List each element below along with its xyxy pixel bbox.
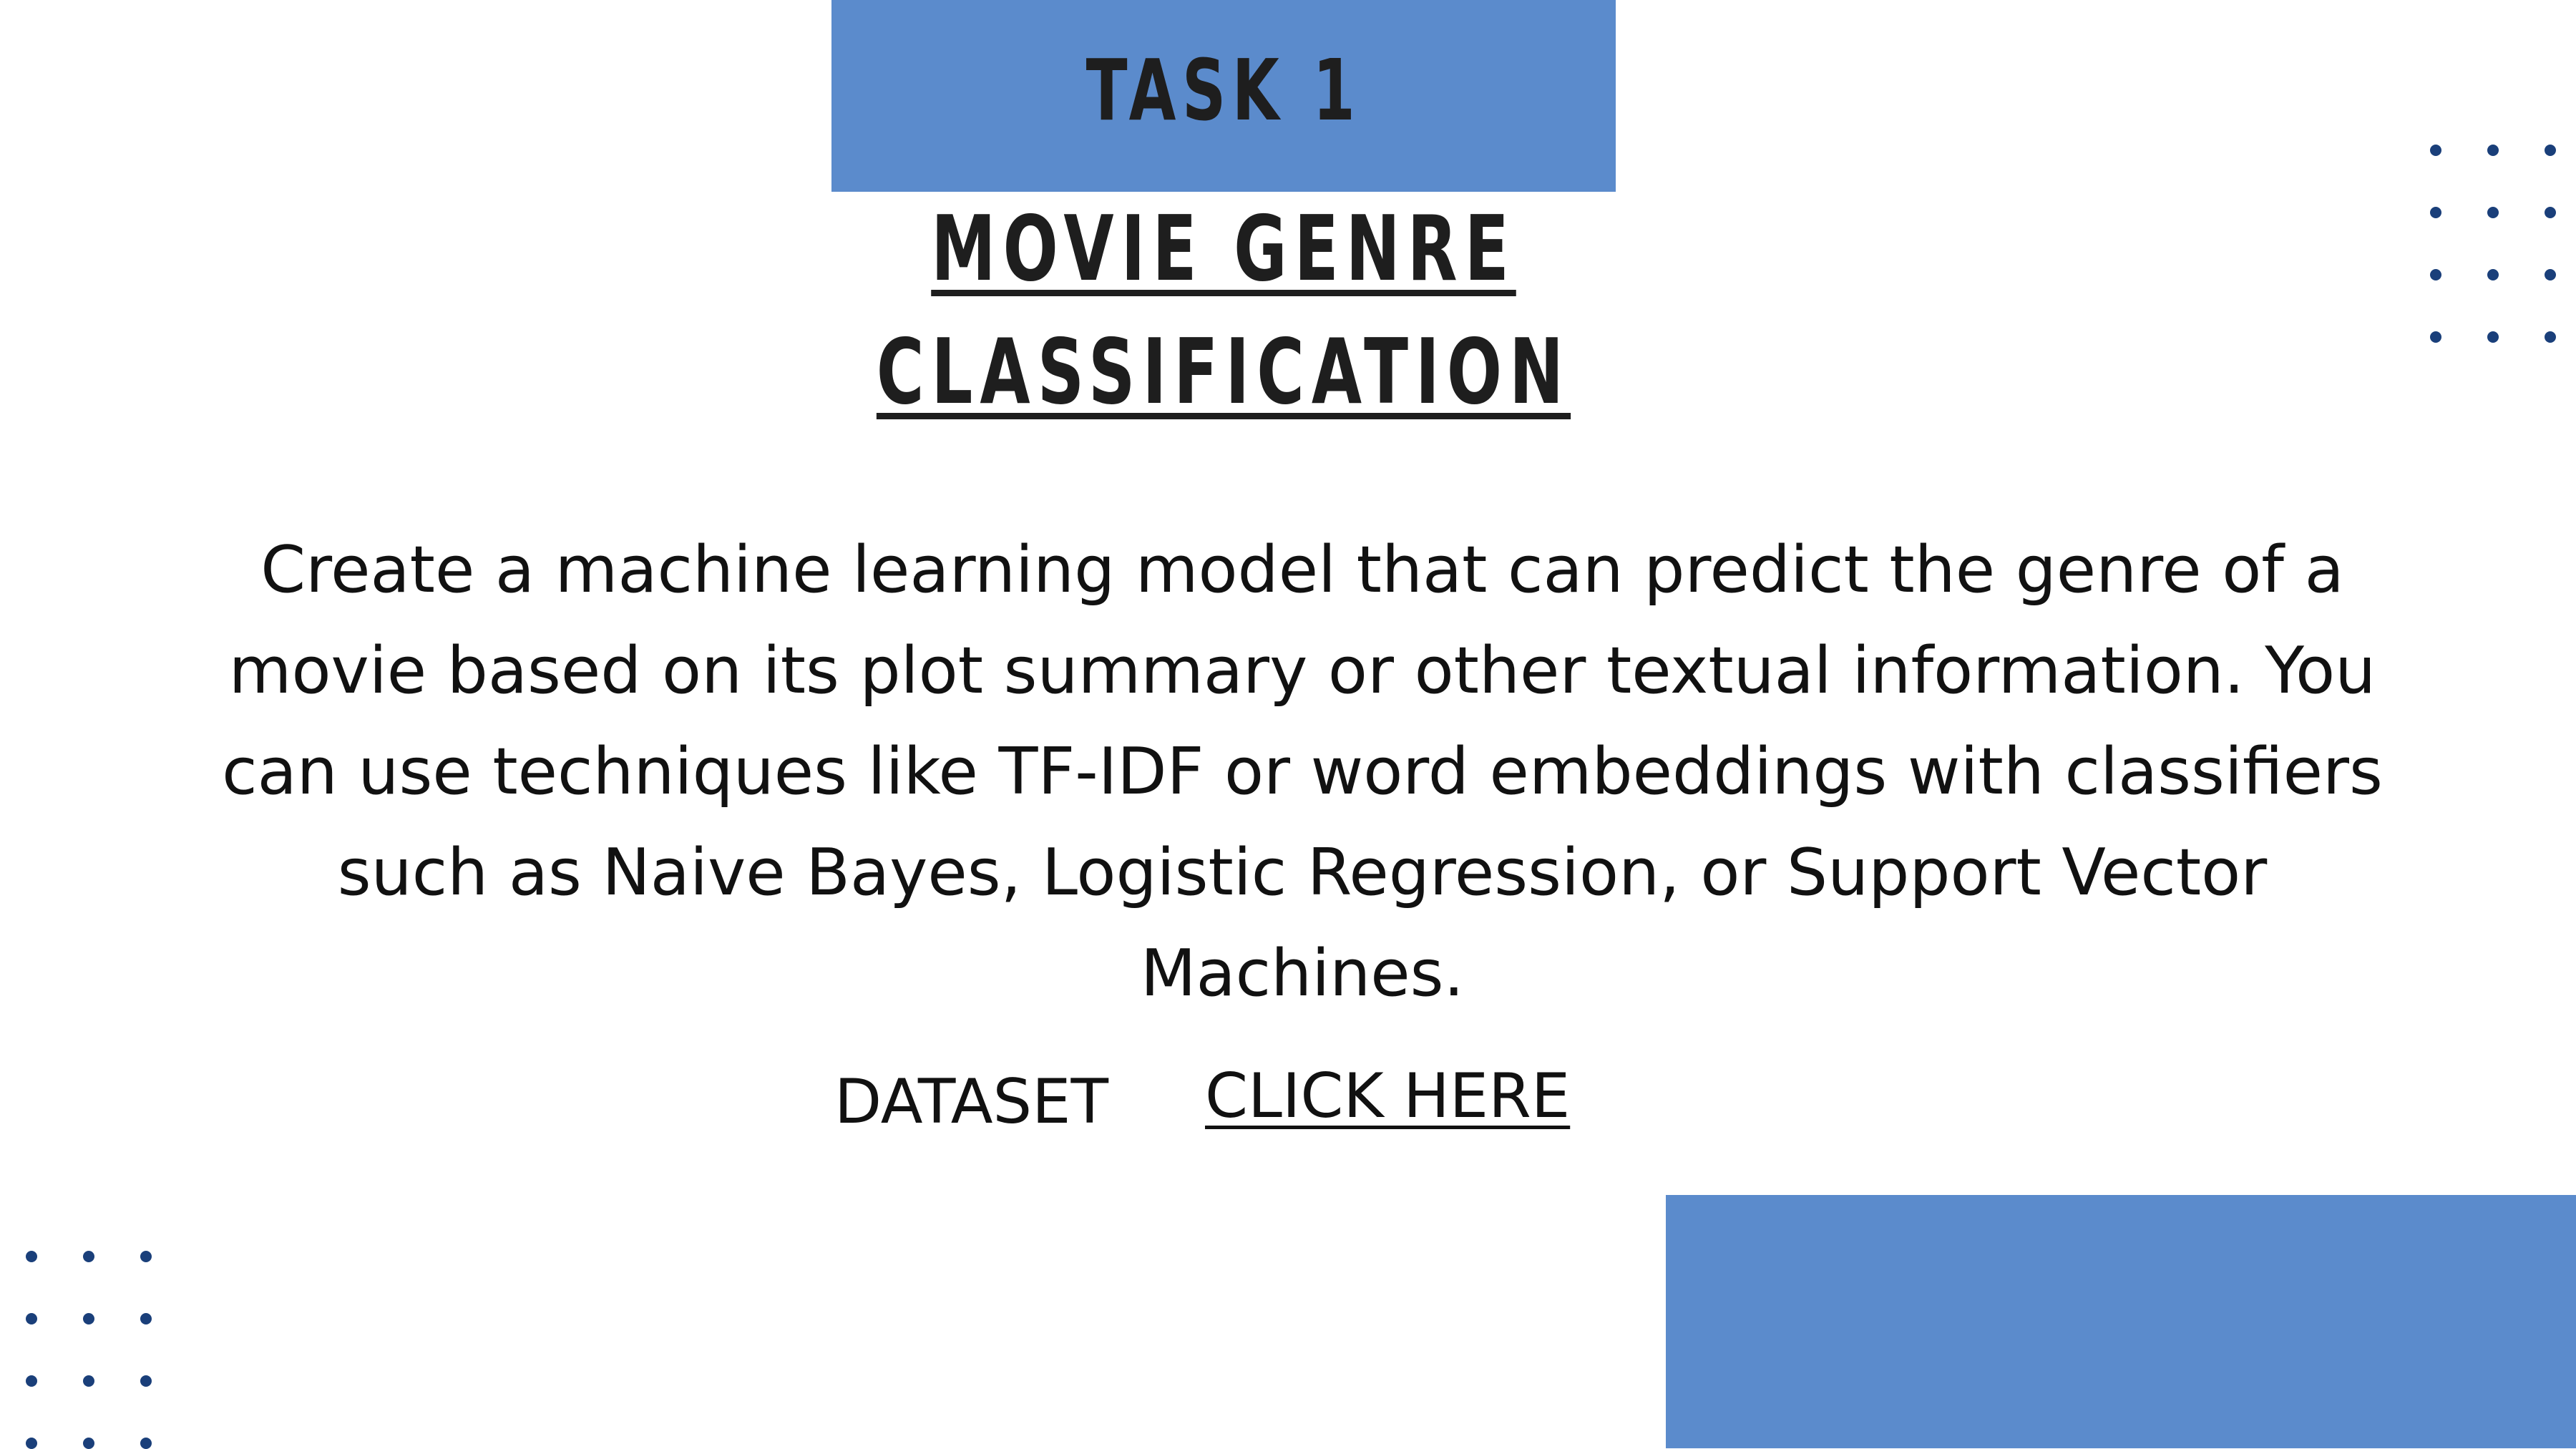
dot (83, 1438, 94, 1449)
description-line-3: can use techniques like TF-IDF or word e… (222, 734, 2383, 809)
corner-accent-block (1666, 1195, 2576, 1448)
dot (2545, 145, 2556, 156)
description-line-1: Create a machine learning model that can… (260, 532, 2344, 608)
dot-grid-bottom-left (26, 1251, 155, 1449)
dot-grid-top-right (2430, 145, 2559, 352)
task-description: Create a machine learning model that can… (100, 519, 2504, 1024)
dataset-row: DATASET CLICK HERE (0, 1060, 2576, 1146)
task-label: TASK 1 (1085, 41, 1362, 140)
dot (2487, 145, 2499, 156)
title-line-1: MOVIE GENRE (931, 196, 1516, 301)
dot (140, 1438, 152, 1449)
dot (2487, 331, 2499, 343)
dot (2545, 207, 2556, 218)
dot (83, 1375, 94, 1387)
dot (2430, 207, 2441, 218)
dot (2430, 269, 2441, 280)
page-title: MOVIE GENRE CLASSIFICATION (806, 187, 1641, 434)
dataset-link[interactable]: CLICK HERE (1205, 1060, 1570, 1132)
title-line-2: CLASSIFICATION (876, 319, 1571, 424)
dot (2430, 331, 2441, 343)
dot (2545, 331, 2556, 343)
dot (2430, 145, 2441, 156)
dot (26, 1375, 37, 1387)
description-line-2: movie based on its plot summary or other… (228, 633, 2376, 708)
dot (83, 1251, 94, 1262)
dot (83, 1313, 94, 1324)
dot (26, 1313, 37, 1324)
dot (2487, 269, 2499, 280)
dot (26, 1251, 37, 1262)
dot (140, 1313, 152, 1324)
dot (140, 1375, 152, 1387)
dot (2487, 207, 2499, 218)
dot (26, 1438, 37, 1449)
description-line-4: such as Naive Bayes, Logistic Regression… (337, 835, 2268, 910)
dot (140, 1251, 152, 1262)
description-line-5: Machines. (1140, 936, 1465, 1011)
dataset-label: DATASET (834, 1066, 1109, 1138)
dot (2545, 269, 2556, 280)
